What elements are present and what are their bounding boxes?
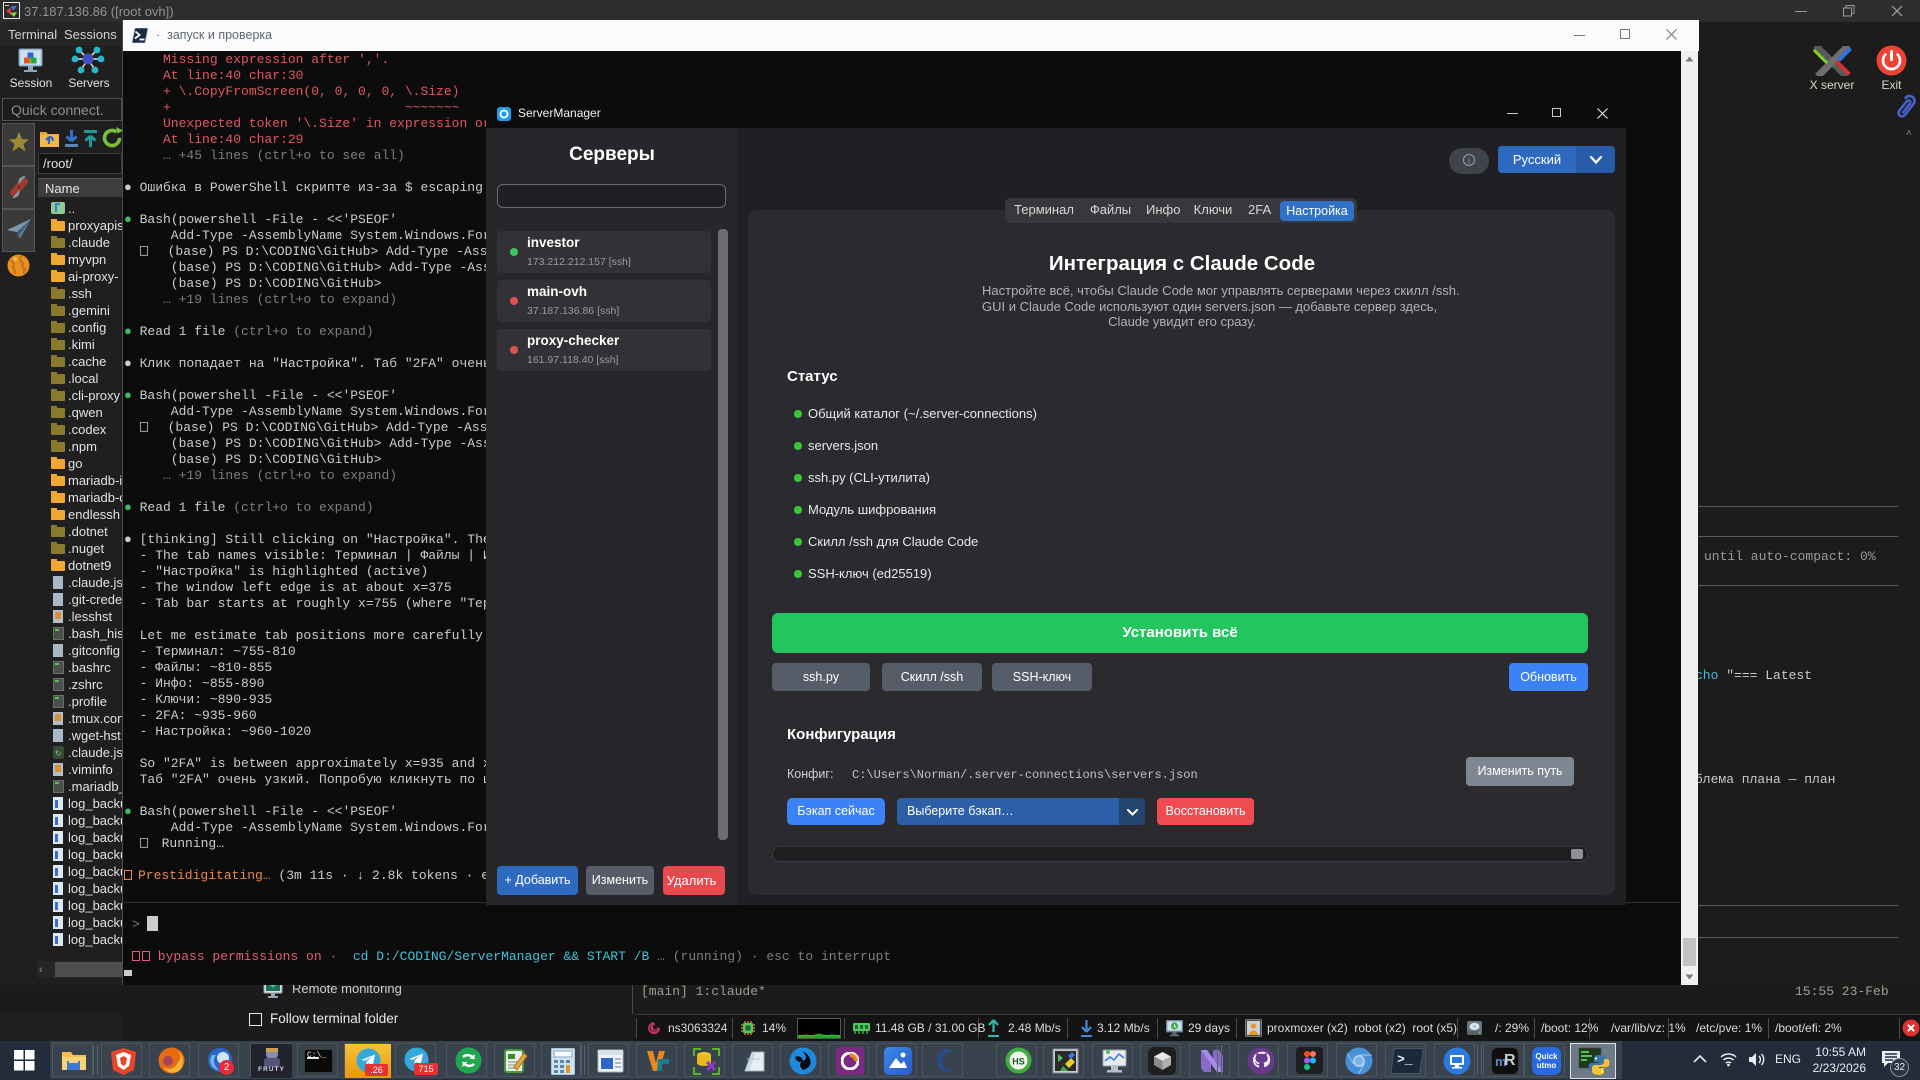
- svg-text:HS: HS: [1012, 1057, 1025, 1067]
